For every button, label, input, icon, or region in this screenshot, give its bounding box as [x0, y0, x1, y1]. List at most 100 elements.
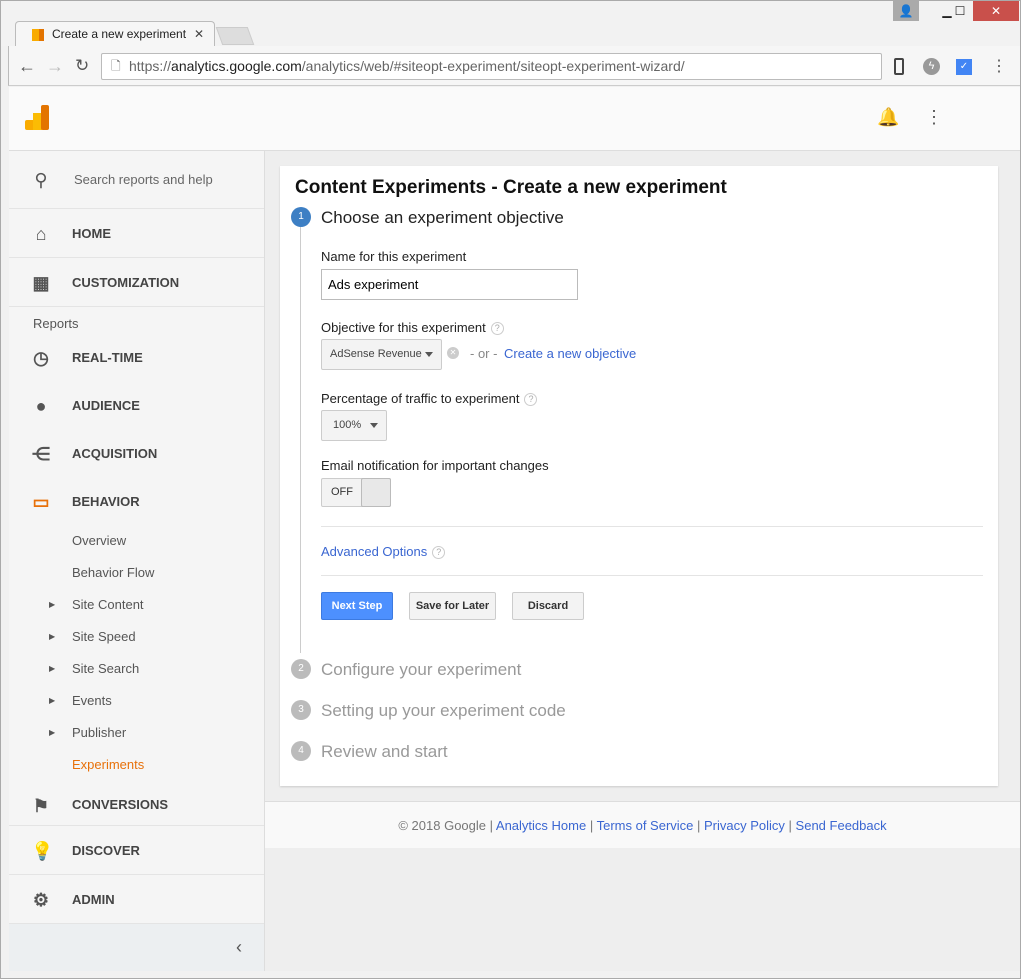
browser-tab[interactable]: Create a new experiment ✕	[15, 21, 215, 47]
maximize-button[interactable]: ☐	[947, 1, 973, 21]
sub-label: Events	[72, 693, 112, 708]
help-icon[interactable]: ?	[524, 393, 538, 406]
sidebar-item-discover[interactable]: 💡 DISCOVER	[9, 826, 264, 875]
sidebar-label: ACQUISITION	[72, 446, 158, 461]
page-title: Content Experiments - Create a new exper…	[295, 177, 727, 198]
toggle-knob	[361, 478, 391, 507]
name-label: Name for this experiment	[321, 249, 467, 264]
sidebar-sub-events[interactable]: ▶ Events	[9, 685, 264, 717]
sidebar-label: CUSTOMIZATION	[72, 275, 180, 290]
step-title[interactable]: Configure your experiment	[321, 660, 521, 680]
caret-down-icon	[425, 352, 433, 361]
sidebar-item-real-time[interactable]: ◷ REAL-TIME	[9, 333, 264, 382]
device-icon[interactable]	[894, 58, 904, 75]
reports-label: Reports	[33, 316, 79, 331]
footer: © 2018 Google | Analytics Home | Terms o…	[265, 801, 1020, 848]
sidebar-item-acquisition[interactable]: ⋲ ACQUISITION	[9, 429, 264, 478]
sidebar-sub-behavior-flow[interactable]: Behavior Flow	[9, 557, 264, 589]
address-bar[interactable]: 🗋 https://analytics.google.com/analytics…	[101, 53, 882, 80]
search-reports-input[interactable]: ⚲ Search reports and help	[9, 151, 264, 209]
sidebar-label: AUDIENCE	[72, 398, 140, 413]
sub-label: Overview	[72, 533, 127, 548]
sidebar-sub-overview[interactable]: Overview	[9, 525, 264, 557]
send-feedback-link[interactable]: Send Feedback	[796, 818, 887, 833]
analytics-favicon-icon	[32, 29, 44, 41]
expand-triangle-icon: ▶	[49, 632, 56, 641]
sidebar-item-admin[interactable]: ⚙ ADMIN	[9, 875, 264, 924]
step-number: 2	[291, 659, 311, 679]
sub-label: Site Search	[72, 661, 140, 676]
sidebar-item-behavior[interactable]: ▭ BEHAVIOR	[9, 477, 264, 526]
url-scheme: https://	[129, 58, 172, 74]
next-step-button[interactable]: Next Step	[321, 592, 393, 620]
privacy-link[interactable]: Privacy Policy	[704, 818, 785, 833]
experiment-name-input[interactable]	[321, 269, 578, 300]
sidebar-item-home[interactable]: ⌂ HOME	[9, 209, 264, 258]
tab-title: Create a new experiment	[52, 27, 187, 41]
profile-icon[interactable]: 👤	[893, 1, 919, 21]
sidebar-item-customization[interactable]: ▦ CUSTOMIZATION	[9, 258, 264, 307]
app-header	[9, 87, 1020, 151]
help-icon[interactable]: ?	[432, 546, 446, 559]
discard-button[interactable]: Discard	[512, 592, 584, 620]
lightning-icon[interactable]: ϟ	[923, 58, 940, 75]
advanced-options-link[interactable]: Advanced Options	[321, 544, 427, 559]
acquisition-icon: ⋲	[32, 444, 50, 464]
help-icon[interactable]: ?	[490, 322, 504, 335]
forward-icon[interactable]: →	[46, 56, 64, 77]
behavior-icon: ▭	[32, 492, 50, 512]
analytics-logo	[25, 105, 49, 130]
sidebar: ⚲ Search reports and help ⌂ HOME ▦ CUSTOMIZ…	[9, 151, 265, 971]
email-notification-toggle[interactable]: OFF	[321, 478, 391, 507]
sidebar-item-audience[interactable]: ● AUDIENCE	[9, 381, 264, 430]
analytics-home-link[interactable]: Analytics Home	[496, 818, 586, 833]
save-for-later-button[interactable]: Save for Later	[409, 592, 496, 620]
back-icon[interactable]: ←	[18, 56, 36, 77]
sidebar-sub-experiments[interactable]: Experiments	[9, 749, 264, 781]
sidebar-item-conversions[interactable]: ⚑ CONVERSIONS	[9, 781, 264, 826]
extension-icon[interactable]: ✓	[956, 59, 972, 75]
sidebar-label: BEHAVIOR	[72, 494, 140, 509]
divider	[321, 575, 983, 576]
step-line	[300, 218, 301, 653]
close-tab-icon[interactable]: ✕	[194, 22, 204, 47]
sidebar-sub-site-content[interactable]: ▶ Site Content	[9, 589, 264, 621]
objective-select[interactable]: AdSense Revenue	[321, 339, 442, 370]
chrome-menu-icon[interactable]: ⋮	[991, 56, 1007, 76]
reload-icon[interactable]: ↻	[75, 56, 89, 76]
traffic-select[interactable]: 100%	[321, 410, 387, 441]
more-options-icon[interactable]: ⋮	[925, 107, 943, 128]
create-objective-link[interactable]: Create a new objective	[504, 346, 636, 361]
page-icon: 🗋	[111, 59, 121, 73]
collapse-sidebar-button[interactable]: ‹	[9, 924, 264, 971]
expand-triangle-icon: ▶	[49, 696, 56, 705]
close-window-button[interactable]: ✕	[973, 1, 1019, 21]
sidebar-label: HOME	[72, 226, 111, 241]
step-title: Choose an experiment objective	[321, 208, 564, 227]
sidebar-label: CONVERSIONS	[72, 797, 169, 812]
url-path: /analytics/web/#siteopt-experiment/siteo…	[301, 58, 685, 74]
step-title[interactable]: Review and start	[321, 742, 448, 762]
traffic-label: Percentage of traffic to experiment	[321, 391, 520, 406]
sidebar-sub-publisher[interactable]: ▶ Publisher	[9, 717, 264, 749]
notifications-bell-icon[interactable]: 🔔	[877, 107, 899, 128]
objective-label: Objective for this experiment	[321, 320, 486, 335]
sidebar-sub-site-search[interactable]: ▶ Site Search	[9, 653, 264, 685]
expand-triangle-icon: ▶	[49, 600, 56, 609]
step-number: 4	[291, 741, 311, 761]
sidebar-label: DISCOVER	[72, 843, 140, 858]
new-tab-button[interactable]	[215, 27, 255, 45]
sidebar-label: ADMIN	[72, 892, 115, 907]
select-value: 100%	[333, 419, 362, 431]
or-separator: - or -	[470, 346, 498, 361]
flag-icon: ⚑	[32, 796, 50, 816]
clear-objective-icon[interactable]: ✕	[447, 347, 459, 359]
step-title[interactable]: Setting up your experiment code	[321, 701, 566, 721]
lightbulb-icon: 💡	[31, 841, 54, 861]
sidebar-sub-site-speed[interactable]: ▶ Site Speed	[9, 621, 264, 653]
email-label: Email notification for important changes	[321, 458, 549, 473]
sub-label: Experiments	[72, 757, 145, 772]
customization-icon: ▦	[32, 273, 50, 293]
terms-link[interactable]: Terms of Service	[597, 818, 694, 833]
clock-icon: ◷	[33, 348, 49, 368]
